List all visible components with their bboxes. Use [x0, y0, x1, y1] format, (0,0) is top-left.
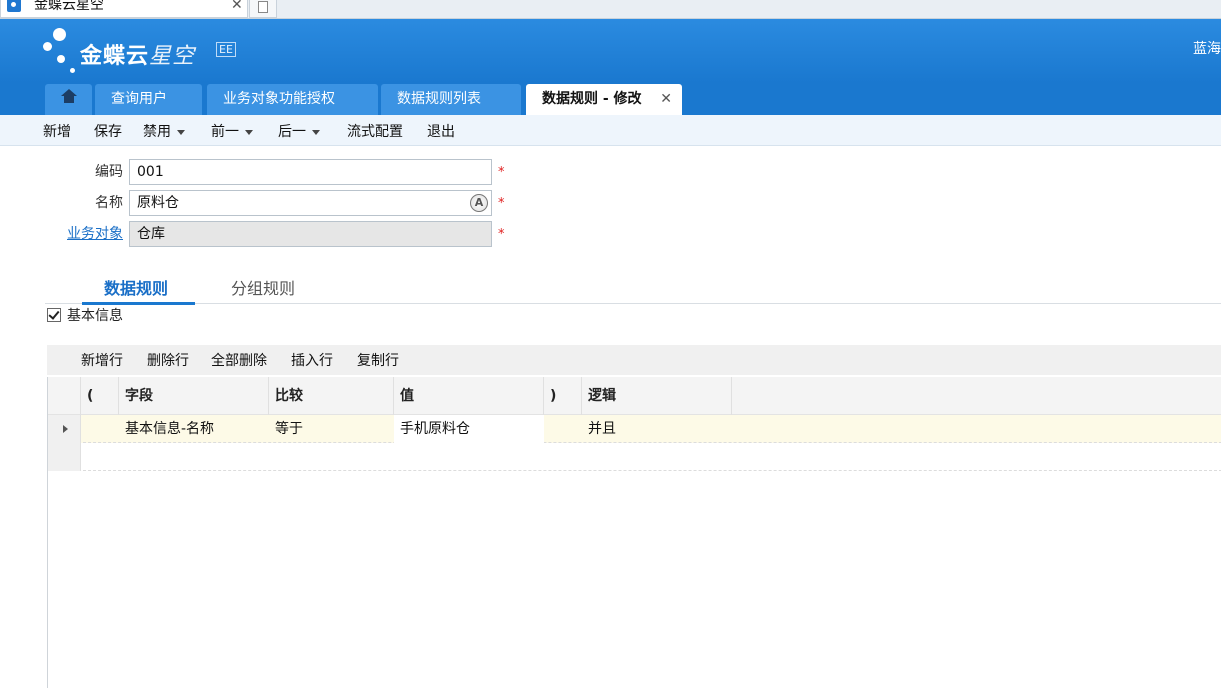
tab-query-user[interactable]: 查询用户: [95, 84, 202, 115]
tab-group-rule[interactable]: 分组规则: [231, 275, 295, 299]
delete-all-button[interactable]: 全部删除: [211, 350, 267, 370]
tab-business-object-auth[interactable]: 业务对象功能授权: [207, 84, 378, 115]
browser-tab[interactable]: 金蝶云星空 ✕: [0, 0, 248, 18]
logo-text: 金蝶云星空: [80, 44, 196, 69]
new-page-icon: [258, 1, 268, 13]
business-object-field: 仓库: [129, 221, 492, 247]
grid-toolbar: 新增行 删除行 全部删除 插入行 复制行: [47, 345, 1221, 375]
chevron-down-icon: [177, 129, 185, 135]
close-icon[interactable]: ✕: [660, 84, 672, 114]
column-logic[interactable]: 逻辑: [582, 377, 732, 415]
cell-close-paren[interactable]: [544, 415, 582, 443]
add-row-button[interactable]: 新增行: [81, 350, 123, 370]
code-field[interactable]: 001: [129, 159, 492, 185]
rule-grid: ( 字段 比较 值 ) 逻辑 基本信息-名称 等于 手机原料仓 并且: [47, 377, 1221, 688]
edition-badge: EE: [216, 42, 236, 57]
multilanguage-icon[interactable]: A: [470, 194, 488, 212]
column-value[interactable]: 值: [394, 377, 544, 415]
next-dropdown[interactable]: 后一: [278, 121, 320, 141]
app-logo: 金蝶云星空 EE: [40, 27, 250, 77]
tab-home[interactable]: [45, 84, 92, 115]
chevron-down-icon: [245, 129, 253, 135]
business-object-value: 仓库: [137, 226, 165, 242]
delete-row-button[interactable]: 删除行: [147, 350, 189, 370]
tab-label: 业务对象功能授权: [223, 91, 335, 107]
cell-compare[interactable]: 等于: [269, 415, 394, 443]
cell-logic[interactable]: 并且: [582, 415, 732, 443]
current-user[interactable]: 蓝海: [1193, 38, 1221, 58]
required-mark: *: [498, 165, 505, 180]
new-button[interactable]: 新增: [43, 121, 71, 141]
code-value: 001: [137, 164, 164, 180]
basic-info-label: 基本信息: [67, 308, 123, 324]
new-tab-button[interactable]: [249, 0, 277, 18]
cell-open-paren[interactable]: [81, 415, 119, 443]
copy-row-button[interactable]: 复制行: [357, 350, 399, 370]
save-button[interactable]: 保存: [94, 121, 122, 141]
basic-info-checkbox[interactable]: 基本信息: [47, 305, 123, 325]
tab-label: 数据规则 - 修改: [542, 91, 642, 107]
column-compare[interactable]: 比较: [269, 377, 394, 415]
tab-data-rule-list[interactable]: 数据规则列表: [381, 84, 521, 115]
table-row-empty[interactable]: [48, 443, 1221, 471]
home-icon: [61, 89, 77, 105]
name-field[interactable]: 原料仓 A: [129, 190, 492, 216]
toolbar: 新增 保存 禁用 前一 后一 流式配置 退出: [0, 115, 1221, 146]
business-object-link[interactable]: 业务对象: [63, 223, 123, 243]
tab-label: 数据规则列表: [397, 91, 481, 107]
column-close-paren[interactable]: ): [544, 377, 582, 415]
section-tabs: 数据规则 分组规则: [45, 268, 1221, 305]
grid-header: ( 字段 比较 值 ) 逻辑: [48, 377, 1221, 415]
cell-field[interactable]: 基本信息-名称: [119, 415, 269, 443]
prev-dropdown[interactable]: 前一: [211, 121, 253, 141]
app-tab-bar: 查询用户 业务对象功能授权 数据规则列表 数据规则 - 修改 ✕: [0, 83, 1221, 115]
required-mark: *: [498, 196, 505, 211]
exit-button[interactable]: 退出: [427, 121, 455, 141]
row-header-corner: [48, 377, 81, 415]
chevron-down-icon: [312, 129, 320, 135]
app-header: 金蝶云星空 EE 蓝海: [0, 19, 1221, 83]
column-field[interactable]: 字段: [119, 377, 269, 415]
row-indicator[interactable]: [48, 443, 81, 471]
current-row-arrow-icon: [63, 425, 68, 433]
table-row[interactable]: 基本信息-名称 等于 手机原料仓 并且: [48, 415, 1221, 443]
close-icon[interactable]: ✕: [231, 0, 243, 13]
row-indicator[interactable]: [48, 415, 81, 443]
browser-tab-strip: 金蝶云星空 ✕: [0, 0, 1221, 19]
code-label: 编码: [95, 164, 123, 180]
tab-data-rule[interactable]: 数据规则: [104, 275, 168, 299]
app-favicon-icon: [7, 0, 21, 12]
disable-dropdown[interactable]: 禁用: [143, 121, 185, 141]
tab-data-rule-edit[interactable]: 数据规则 - 修改 ✕: [526, 84, 682, 115]
column-open-paren[interactable]: (: [81, 377, 119, 415]
name-value: 原料仓: [137, 195, 179, 211]
workflow-config-button[interactable]: 流式配置: [347, 121, 403, 141]
name-label: 名称: [95, 195, 123, 211]
checkbox-checked-icon: [47, 308, 61, 322]
insert-row-button[interactable]: 插入行: [291, 350, 333, 370]
tab-label: 查询用户: [111, 91, 167, 107]
browser-tab-title: 金蝶云星空: [34, 0, 104, 13]
cell-value[interactable]: 手机原料仓: [394, 415, 544, 443]
required-mark: *: [498, 227, 505, 242]
